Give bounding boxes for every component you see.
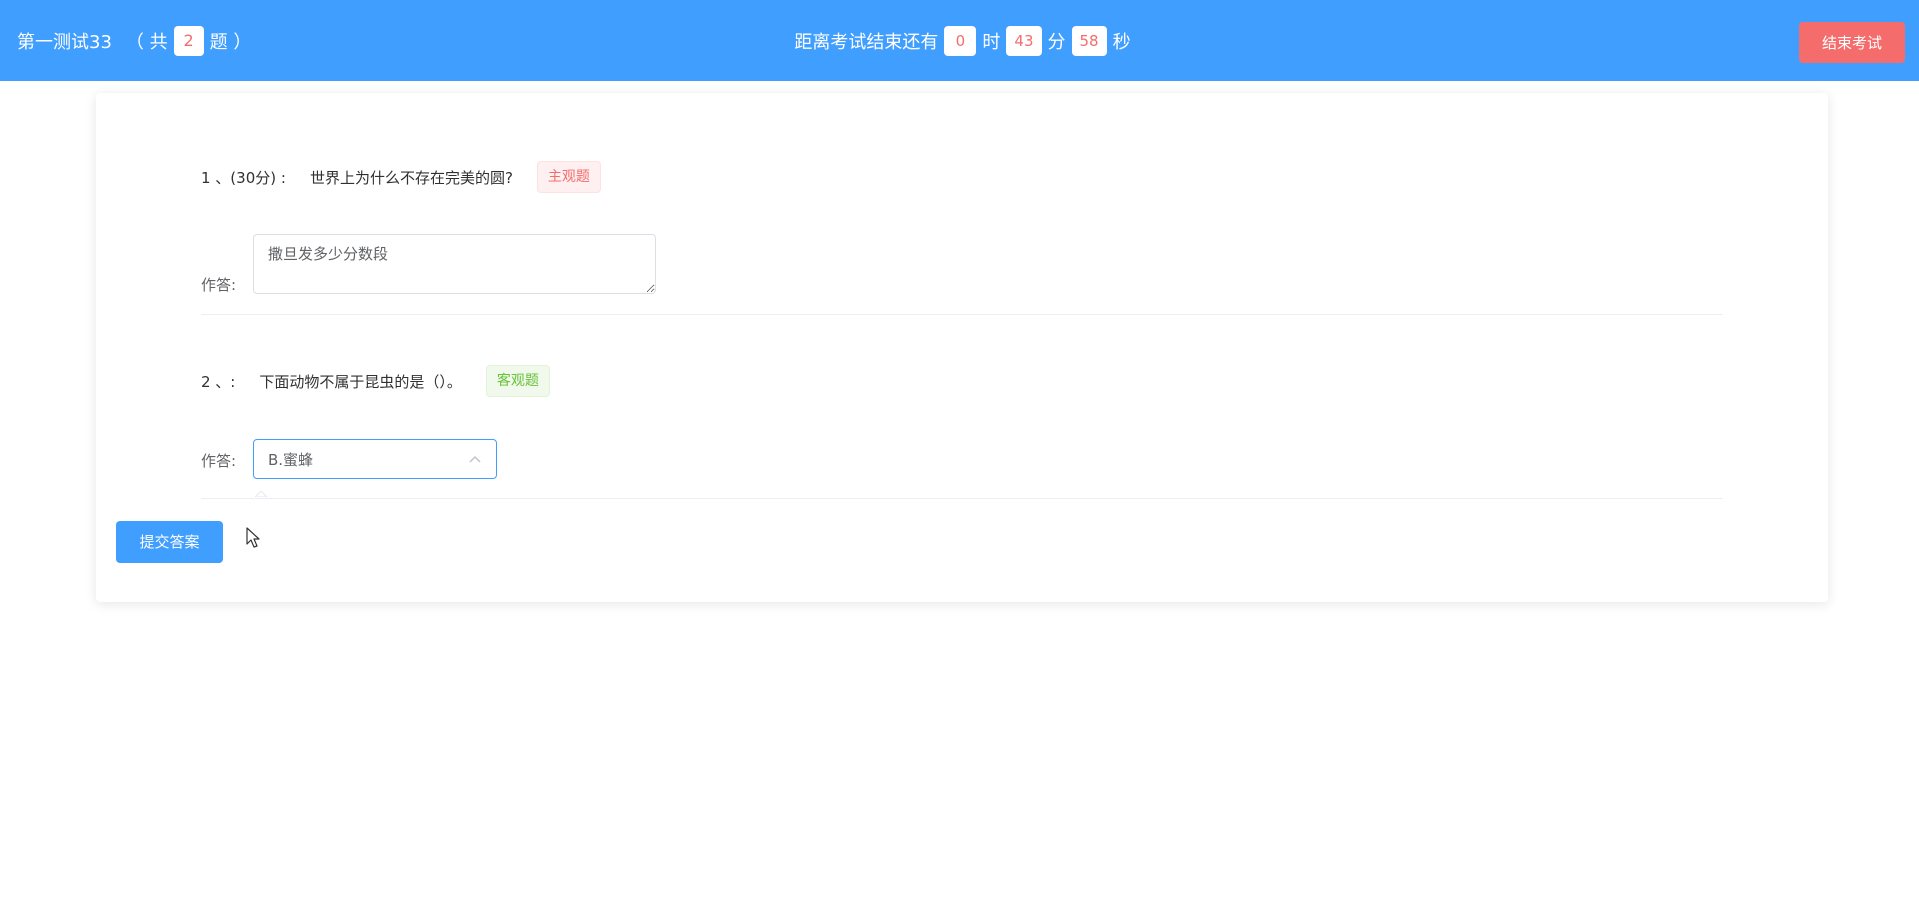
countdown-seconds-unit: 秒 — [1112, 31, 1131, 53]
end-exam-button[interactable]: 结束考试 — [1799, 22, 1905, 63]
countdown-hours: 0 — [944, 25, 977, 56]
question-2-selected-option: B.蜜蜂 — [268, 450, 314, 469]
question-2-type-tag: 客观题 — [485, 365, 550, 397]
exam-header: 第一测试33 （ 共 2 题 ） 距离考试结束还有 0 时 43 分 58 秒 … — [0, 0, 1919, 81]
countdown-timer: 距离考试结束还有 0 时 43 分 58 秒 — [0, 0, 1919, 81]
dropdown-popper-arrow-icon — [255, 491, 267, 497]
question-1-header: 1 、(30分) : 世界上为什么不存在完美的圆? 主观题 — [201, 161, 601, 193]
countdown-minutes: 43 — [1006, 25, 1042, 56]
question-card: 1 、(30分) : 世界上为什么不存在完美的圆? 主观题 作答: 撒旦发多少分… — [96, 93, 1828, 602]
submit-answer-button[interactable]: 提交答案 — [116, 521, 223, 563]
question-2-number: 2 、: — [201, 372, 236, 391]
question-1-divider — [201, 314, 1723, 315]
question-2-text: 下面动物不属于昆虫的是（）。 — [259, 372, 462, 391]
question-1-type-tag: 主观题 — [536, 161, 601, 193]
question-1-text: 世界上为什么不存在完美的圆? — [309, 168, 513, 187]
question-1-answer-label: 作答: — [201, 276, 237, 294]
chevron-up-icon — [468, 452, 482, 466]
countdown-seconds: 58 — [1071, 25, 1107, 56]
countdown-label: 距离考试结束还有 — [794, 31, 939, 53]
countdown-minutes-unit: 分 — [1047, 31, 1066, 53]
question-1-number: 1 、(30分) : — [201, 168, 286, 187]
question-2-answer-label: 作答: — [201, 452, 237, 470]
countdown-hours-unit: 时 — [982, 31, 1001, 53]
question-1-answer-textarea[interactable]: 撒旦发多少分数段 — [253, 234, 656, 294]
mouse-pointer-icon — [246, 527, 260, 548]
question-2-divider — [201, 498, 1723, 499]
question-2-header: 2 、: 下面动物不属于昆虫的是（）。 客观题 — [201, 365, 550, 397]
question-2-answer-select[interactable]: B.蜜蜂 — [253, 439, 497, 479]
